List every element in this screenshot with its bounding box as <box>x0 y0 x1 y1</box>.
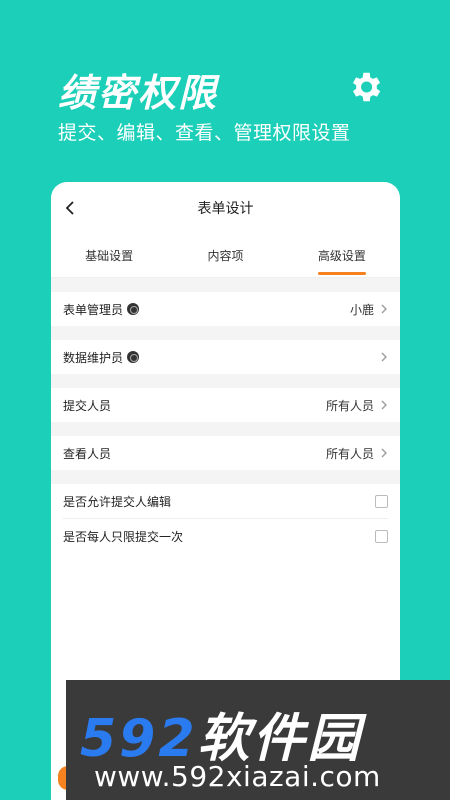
hero-subtitle: 提交、编辑、查看、管理权限设置 <box>58 122 351 144</box>
row-viewer[interactable]: 查看人员 所有人员 <box>51 436 400 470</box>
chevron-right-icon <box>381 400 387 410</box>
row-submitter[interactable]: 提交人员 所有人员 <box>51 388 400 422</box>
row-allow-edit: 是否允许提交人编辑 <box>51 484 400 518</box>
section-gap <box>51 374 400 388</box>
once-only-checkbox[interactable] <box>375 529 388 543</box>
tab-advanced-settings[interactable]: 高级设置 <box>284 234 400 277</box>
row-label: 是否每人只限提交一次 <box>63 529 184 544</box>
section-gap <box>51 470 400 484</box>
page-title: 表单设计 <box>197 201 254 217</box>
row-label: 数据维护员 <box>63 350 124 365</box>
tab-content-items[interactable]: 内容项 <box>167 234 283 277</box>
allow-edit-checkbox[interactable] <box>375 494 388 508</box>
row-once-only: 是否每人只限提交一次 <box>51 519 400 553</box>
chevron-right-icon <box>381 304 387 314</box>
row-label: 查看人员 <box>63 446 112 461</box>
tab-basic-settings[interactable]: 基础设置 <box>51 234 167 277</box>
watermark-banner: 592软件园 www.592xiazai.com <box>66 680 450 800</box>
help-icon[interactable] <box>127 303 140 315</box>
row-label: 表单管理员 <box>63 302 124 317</box>
nav-bar: 表单设计 <box>51 182 400 234</box>
section-gap <box>51 326 400 340</box>
section-gap <box>51 422 400 436</box>
tab-bar: 基础设置 内容项 高级设置 <box>51 234 400 278</box>
gear-icon[interactable] <box>346 68 384 106</box>
row-data-maintainer[interactable]: 数据维护员 <box>51 340 400 374</box>
row-value: 所有人员 <box>325 446 374 461</box>
back-arrow-icon[interactable] <box>61 196 79 220</box>
row-label: 是否允许提交人编辑 <box>63 494 172 509</box>
row-form-admin[interactable]: 表单管理员 小鹿 <box>51 292 400 326</box>
row-value: 所有人员 <box>325 398 374 413</box>
watermark-url: www.592xiazai.com <box>94 760 381 793</box>
section-gap <box>51 278 400 292</box>
row-value: 小鹿 <box>349 302 374 317</box>
chevron-right-icon <box>381 352 387 362</box>
help-icon[interactable] <box>127 351 140 363</box>
chevron-right-icon <box>381 448 387 458</box>
hero-title: 绩密权限 <box>58 71 219 115</box>
row-label: 提交人员 <box>63 398 112 413</box>
